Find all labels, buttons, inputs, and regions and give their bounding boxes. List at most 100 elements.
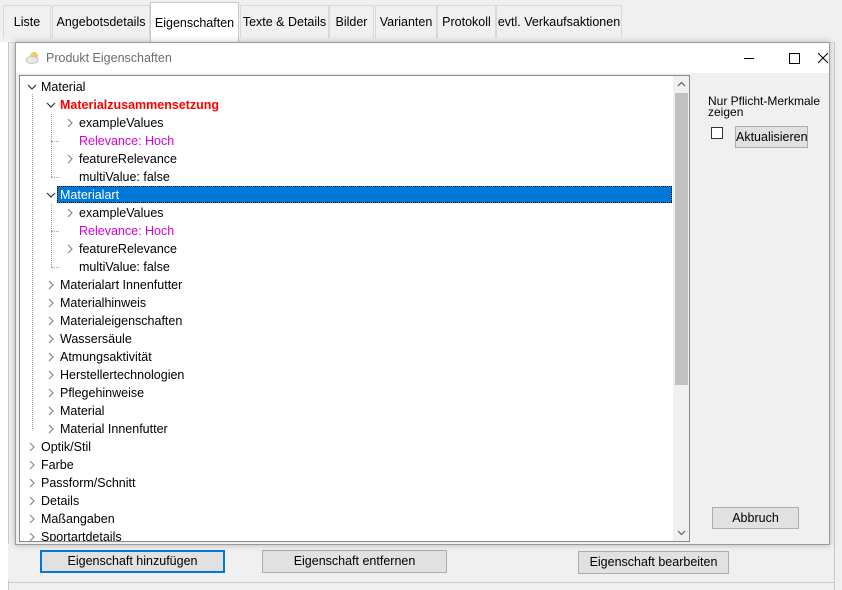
tree-node[interactable]: Optik/Stil [20, 438, 672, 456]
dialog-side-panel: Nur Pflicht-Merkmale zeigen Aktualisiere… [694, 75, 828, 542]
tree-node-label: Materialart [60, 188, 120, 202]
chevron-right-icon[interactable] [45, 312, 57, 330]
tree-node[interactable]: Farbe [20, 456, 672, 474]
chevron-right-icon[interactable] [26, 456, 38, 474]
chevron-right-icon[interactable] [45, 402, 57, 420]
tree-node[interactable]: Material [20, 402, 672, 420]
tab-varianten[interactable]: Varianten [375, 5, 437, 38]
chevron-right-icon[interactable] [64, 240, 76, 258]
tree-node[interactable]: Details [20, 492, 672, 510]
tree-node-label: Pflegehinweise [60, 386, 145, 400]
tree-node[interactable]: exampleValues [20, 204, 672, 222]
app-cloud-icon [25, 52, 39, 64]
tree-node[interactable]: Materialeigenschaften [20, 312, 672, 330]
tree-node[interactable]: Sportartdetails [20, 528, 672, 542]
tree-node-label: Farbe [41, 458, 74, 472]
scroll-down-button[interactable] [673, 524, 689, 541]
chevron-down-icon[interactable] [26, 78, 38, 96]
maximize-button[interactable] [772, 43, 818, 73]
tree-node-label: Herstellertechnologien [60, 368, 185, 382]
tree-node-label: Passform/Schnitt [41, 476, 136, 490]
required-only-checkbox[interactable] [711, 127, 723, 139]
remove-property-button[interactable]: Eigenschaft entfernen [262, 550, 447, 573]
close-button[interactable] [818, 43, 829, 73]
tree-node[interactable]: Maßangaben [20, 510, 672, 528]
tree-node-label: Maßangaben [41, 512, 115, 526]
tab-texte-details[interactable]: Texte & Details [240, 5, 329, 38]
refresh-button[interactable]: Aktualisieren [735, 126, 808, 148]
tree-node[interactable]: Material [20, 78, 672, 96]
tab-liste[interactable]: Liste [3, 5, 51, 38]
tree-node[interactable]: Wassersäule [20, 330, 672, 348]
chevron-right-icon[interactable] [45, 330, 57, 348]
product-properties-dialog: Produkt Eigenschaften Material Materialzu… [15, 42, 830, 545]
tree-node-label: Relevance: Hoch [79, 134, 175, 148]
dialog-title: Produkt Eigenschaften [46, 51, 172, 65]
chevron-right-icon[interactable] [45, 366, 57, 384]
tree-node[interactable]: Atmungsaktivität [20, 348, 672, 366]
chevron-right-icon[interactable] [45, 420, 57, 438]
tree-node[interactable]: Materialhinweis [20, 294, 672, 312]
tree-node[interactable]: multiValue: false [20, 168, 672, 186]
background-right-panel [834, 42, 842, 590]
tree-node-label: exampleValues [79, 206, 164, 220]
tree-node-label: Materialhinweis [60, 296, 147, 310]
chevron-right-icon[interactable] [26, 510, 38, 528]
chevron-right-icon[interactable] [45, 384, 57, 402]
tree-node-label: Material [60, 404, 105, 418]
tree-node-label: Sportartdetails [41, 530, 122, 542]
tree-node-label: Atmungsaktivität [60, 350, 152, 364]
maximize-icon [789, 53, 800, 64]
tree-node-label: featureRelevance [79, 152, 177, 166]
chevron-right-icon[interactable] [26, 528, 38, 541]
chevron-right-icon[interactable] [26, 492, 38, 510]
tree-node-label: Material [41, 80, 86, 94]
close-icon [818, 52, 829, 64]
tab-angebotsdetails[interactable]: Angebotsdetails [52, 5, 150, 38]
tree-node-label: Details [41, 494, 80, 508]
chevron-right-icon[interactable] [45, 276, 57, 294]
tree-node-label: multiValue: false [79, 170, 170, 184]
tab-protokoll[interactable]: Protokoll [437, 5, 496, 38]
tree-vertical-scrollbar[interactable] [673, 76, 689, 541]
chevron-right-icon[interactable] [26, 438, 38, 456]
chevron-down-icon[interactable] [45, 186, 57, 204]
chevron-right-icon[interactable] [26, 474, 38, 492]
tree-node[interactable]: Relevance: Hoch [20, 132, 672, 150]
scroll-thumb[interactable] [675, 93, 688, 385]
chevron-right-icon[interactable] [64, 114, 76, 132]
edit-property-button[interactable]: Eigenschaft bearbeiten [578, 551, 729, 574]
main-tab-strip: Liste Angebotsdetails Eigenschaften Text… [0, 0, 842, 43]
chevron-right-icon[interactable] [64, 150, 76, 168]
tree-node[interactable]: Materialart [20, 186, 672, 204]
tree-node[interactable]: Materialart Innenfutter [20, 276, 672, 294]
tree-node[interactable]: Material Innenfutter [20, 420, 672, 438]
tree-node[interactable]: exampleValues [20, 114, 672, 132]
chevron-right-icon[interactable] [45, 294, 57, 312]
cancel-button[interactable]: Abbruch [712, 507, 799, 529]
tree-node-label: Relevance: Hoch [79, 224, 175, 238]
dialog-title-bar: Produkt Eigenschaften [16, 43, 829, 73]
required-only-label: Nur Pflicht-Merkmale zeigen [708, 94, 821, 119]
tab-verkaufsaktionen[interactable]: evtl. Verkaufsaktionen [496, 5, 622, 38]
tree-node[interactable]: Relevance: Hoch [20, 222, 672, 240]
tree-node[interactable]: Passform/Schnitt [20, 474, 672, 492]
scroll-up-icon [677, 81, 686, 87]
tree-node-label: Material Innenfutter [60, 422, 168, 436]
tree-node[interactable]: Pflegehinweise [20, 384, 672, 402]
add-property-button[interactable]: Eigenschaft hinzufügen [40, 550, 225, 573]
tree-node[interactable]: Materialzusammensetzung [20, 96, 672, 114]
scroll-up-button[interactable] [673, 76, 689, 93]
tab-bilder[interactable]: Bilder [329, 5, 374, 38]
tree-node[interactable]: Herstellertechnologien [20, 366, 672, 384]
tree-node[interactable]: multiValue: false [20, 258, 672, 276]
chevron-right-icon[interactable] [64, 204, 76, 222]
tab-eigenschaften[interactable]: Eigenschaften [150, 2, 239, 42]
tree-node[interactable]: featureRelevance [20, 240, 672, 258]
tree-node[interactable]: featureRelevance [20, 150, 672, 168]
property-tree[interactable]: Material Materialzusammensetzung exampleVa… [19, 75, 690, 542]
background-divider [8, 582, 834, 583]
chevron-down-icon[interactable] [45, 96, 57, 114]
chevron-right-icon[interactable] [45, 348, 57, 366]
minimize-button[interactable] [726, 43, 772, 73]
